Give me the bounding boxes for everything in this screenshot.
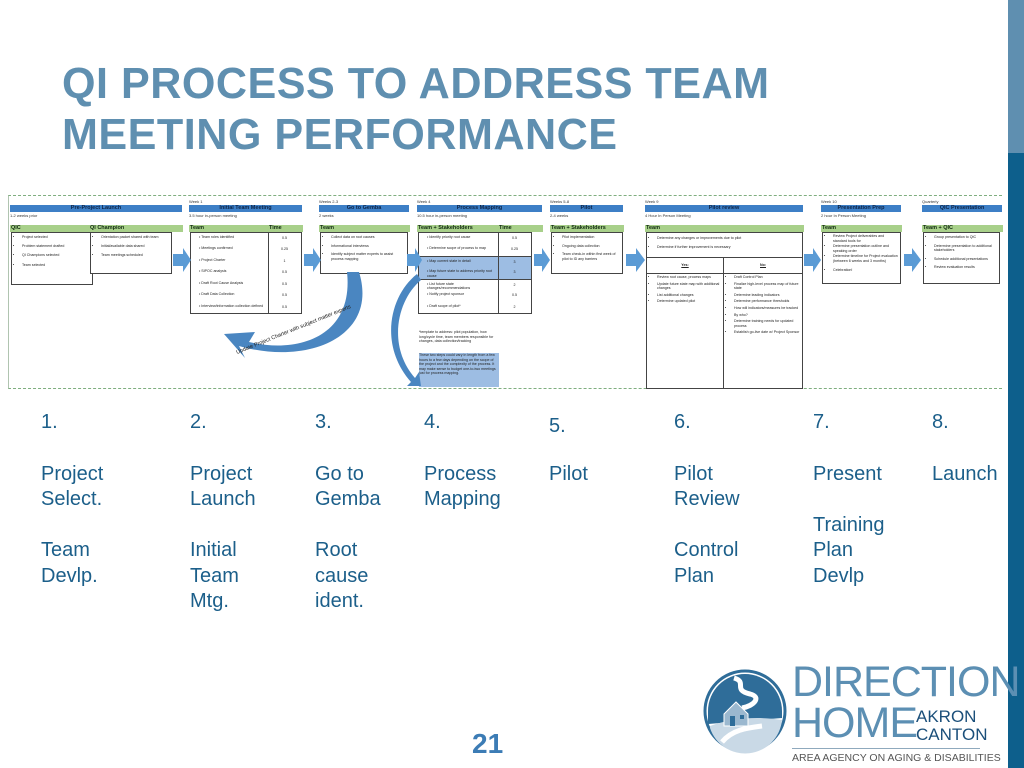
step-number: 5. [549,415,566,437]
step-spacer [41,513,103,539]
logo-brand-line2: HOME [792,699,918,747]
step-5: 5. Pilot [549,414,588,487]
step-label-line: Pilot [674,462,713,485]
step-label-line: Launch [932,462,998,485]
step-spacer [315,513,381,539]
step-label-line: Devlp [813,564,865,587]
slide-title-line2: MEETING PERFORMANCE [62,110,618,159]
step-4: 4. Process Mapping [424,410,501,513]
step-label-line: Gemba [315,488,381,510]
step-number: 3. [315,411,332,433]
arrow-right-icon [173,248,191,272]
step-label-line: Initial [190,539,237,561]
step-2: 2. Project Launch Initial Team Mtg. [190,410,256,615]
flow-arrows: Update Project Charter with subject matt… [173,248,921,386]
arrow-right-icon [534,248,550,272]
process-diagram: Pre-Project Launch 1-2 weeks prior QIC Q… [8,195,1003,389]
step-number: 4. [424,411,441,433]
step-number: 8. [932,411,949,433]
direction-home-logo: DIRECTION HOME AKRON CANTON AREA AGENCY … [700,660,1020,766]
curve-down-arrow [391,274,421,386]
slide-title-line1: QI PROCESS TO ADDRESS TEAM [62,59,770,108]
step-label-line: Plan [674,564,715,587]
arrow-right-icon [904,248,921,272]
sidebar-accent-light [1008,0,1024,153]
step-number: 6. [674,411,691,433]
step-number: 1. [41,411,58,433]
house-on-winding-road-icon [703,669,787,754]
step-6: 6. Pilot Review Control Plan [674,410,740,589]
step-label-line: Training [813,513,885,536]
step-label-line: Control [674,539,739,561]
step-label-line: Team [41,539,90,561]
step-label-line: Project [41,462,104,485]
steps-row: 1. Project Select. Team Devlp. 2. Project Launc… [0,410,1008,630]
slide-title: QI PROCESS TO ADDRESS TEAM MEETING PERFO… [62,58,770,160]
step-label-line: Pilot [549,462,588,485]
step-3: 3. Go to Gemba Root cause ident. [315,410,381,615]
step-8: 8. Launch [932,410,998,487]
logo-city-akron: AKRON [916,707,977,726]
step-label-line: Review [674,488,740,510]
step-number: 2. [190,411,207,433]
arrow-right-icon [407,248,422,272]
step-label-line: cause [315,564,369,587]
step-label-line: Devlp. [41,564,98,587]
step-label-line: Plan [813,539,854,561]
step-label-line: Team [190,564,239,587]
step-1: 1. Project Select. Team Devlp. [41,410,103,589]
logo-tagline: AREA AGENCY ON AGING & DISABILITIES [792,752,1001,764]
step-7: 7. Present Training Plan Devlp [813,410,885,589]
step-spacer [674,513,740,539]
step-number: 7. [813,411,830,433]
step-label-line: Go to [315,462,364,485]
arrow-right-icon [304,248,321,272]
step-label-line: Root [315,539,358,561]
page-number: 21 [472,728,504,759]
step-label-line: ident. [315,590,364,612]
step-label-line: Select. [41,488,103,510]
loop-back-arrow [224,272,363,358]
step-spacer [190,513,256,539]
step-label-line: Project [190,462,253,485]
logo-divider [792,748,980,749]
step-label-line: Mapping [424,488,501,510]
logo-city-canton: CANTON [916,725,988,744]
step-label-line: Present [813,462,882,485]
arrow-right-icon [804,248,821,272]
step-spacer [813,487,885,513]
arrow-right-icon [626,248,645,272]
logo-brand-line1: DIRECTION [792,658,1020,706]
step-label-line: Launch [190,488,256,510]
step-label-line: Mtg. [190,590,229,612]
step-label-line: Process [424,462,497,485]
